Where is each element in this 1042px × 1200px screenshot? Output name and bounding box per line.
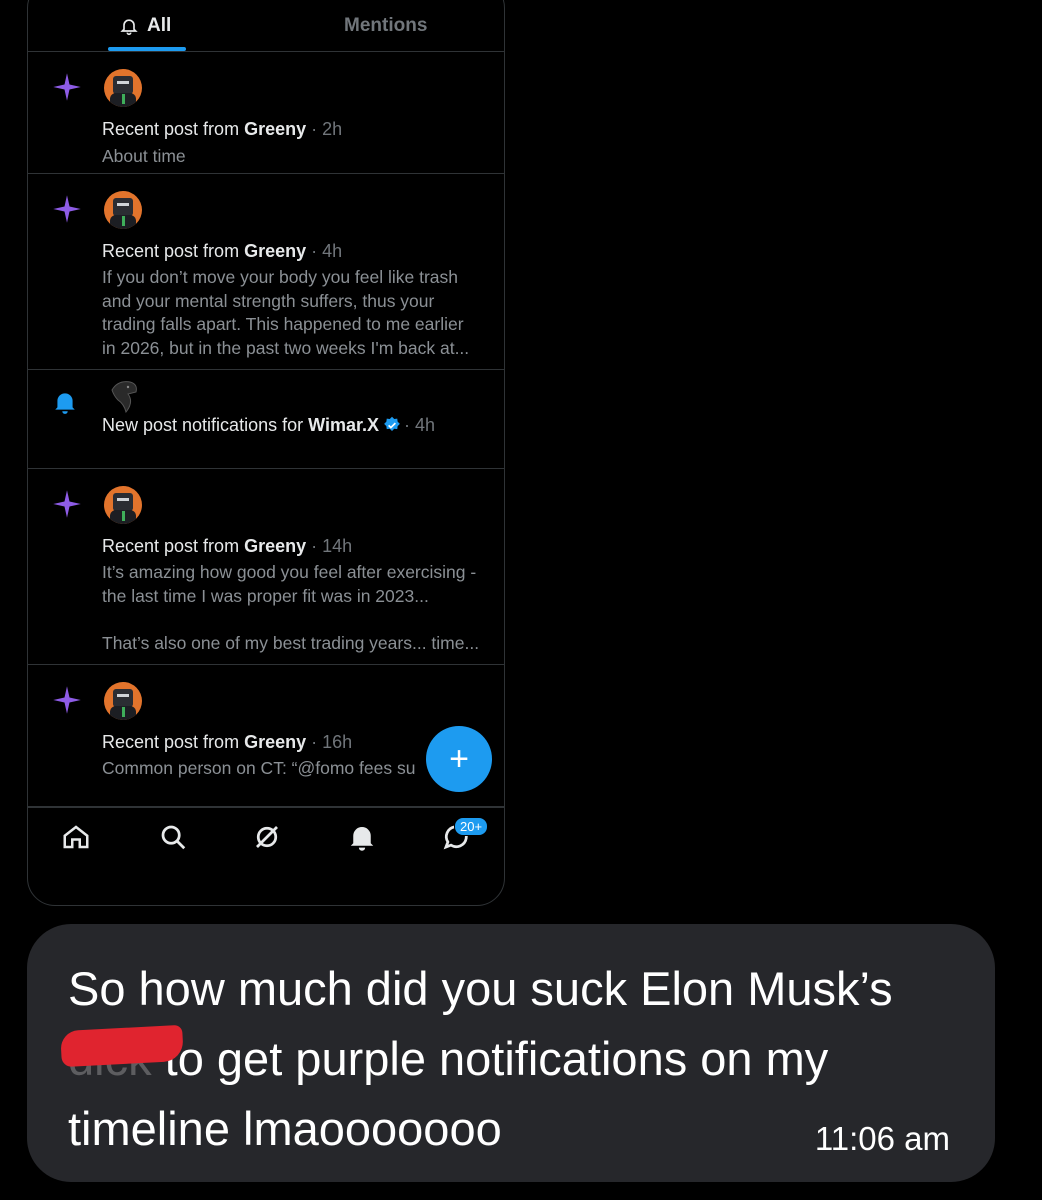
notification-item[interactable]: New post notifications for Wimar.X · 4h: [28, 370, 504, 469]
user-name: Greeny: [244, 119, 307, 139]
red-scribble-redaction: [60, 1024, 184, 1068]
tab-mentions[interactable]: Mentions: [344, 1, 427, 51]
bell-icon[interactable]: [347, 822, 377, 852]
avatar[interactable]: [104, 191, 142, 229]
phone-screenshot: All Mentions Recent post from Greeny · 2…: [27, 0, 505, 906]
notification-headline: Recent post from Greeny · 2h: [102, 119, 343, 139]
user-name: Greeny: [244, 732, 307, 752]
notification-headline: Recent post from Greeny · 16h: [102, 732, 353, 752]
tab-all-label: All: [147, 15, 172, 36]
avatar[interactable]: [104, 682, 142, 720]
tab-all[interactable]: All: [119, 1, 171, 51]
sparkle-icon: [53, 490, 81, 518]
search-icon[interactable]: [158, 822, 188, 852]
notification-item[interactable]: Recent post from Greeny · 4h If you don’…: [28, 174, 504, 370]
verified-badge-icon: [384, 416, 400, 431]
notification-headline: Recent post from Greeny · 14h: [102, 536, 353, 556]
user-name: Greeny: [244, 536, 307, 556]
avatar[interactable]: [104, 486, 142, 524]
active-tab-indicator: [108, 47, 186, 51]
avatar[interactable]: [104, 69, 142, 107]
grok-icon[interactable]: [252, 822, 282, 852]
bottom-nav: [28, 807, 504, 868]
notification-item[interactable]: Recent post from Greeny · 14h It’s amazi…: [28, 469, 504, 665]
notification-body: It’s amazing how good you feel after exe…: [102, 562, 480, 653]
sparkle-icon: [53, 195, 81, 223]
notification-headline: New post notifications for Wimar.X · 4h: [102, 415, 436, 435]
sparkle-icon: [53, 686, 81, 714]
message-timestamp: 11:06 am: [814, 1120, 950, 1157]
user-name: Wimar.X: [308, 415, 379, 435]
compose-button[interactable]: +: [426, 726, 492, 792]
tab-mentions-label: Mentions: [344, 15, 428, 36]
message-bubble[interactable]: So how much did you suck Elon Musk’s dic…: [27, 924, 995, 1182]
notification-item[interactable]: Recent post from Greeny · 2h About time: [28, 52, 504, 174]
notification-item[interactable]: Recent post from Greeny · 16h Common per…: [28, 665, 504, 807]
home-icon[interactable]: [61, 822, 91, 852]
notification-tabs: All Mentions: [28, 1, 504, 52]
notification-body: If you don’t move your body you feel lik…: [102, 267, 470, 358]
user-name: Greeny: [244, 241, 307, 261]
notification-body: About time: [102, 146, 186, 166]
sparkle-icon: [53, 73, 81, 101]
crow-avatar-icon[interactable]: [104, 376, 144, 416]
messages-badge: 20+: [454, 817, 489, 836]
notification-headline: Recent post from Greeny · 4h: [102, 241, 343, 261]
bell-outline-icon: [120, 19, 138, 36]
plus-icon: +: [449, 739, 469, 778]
bell-icon: [55, 393, 75, 414]
